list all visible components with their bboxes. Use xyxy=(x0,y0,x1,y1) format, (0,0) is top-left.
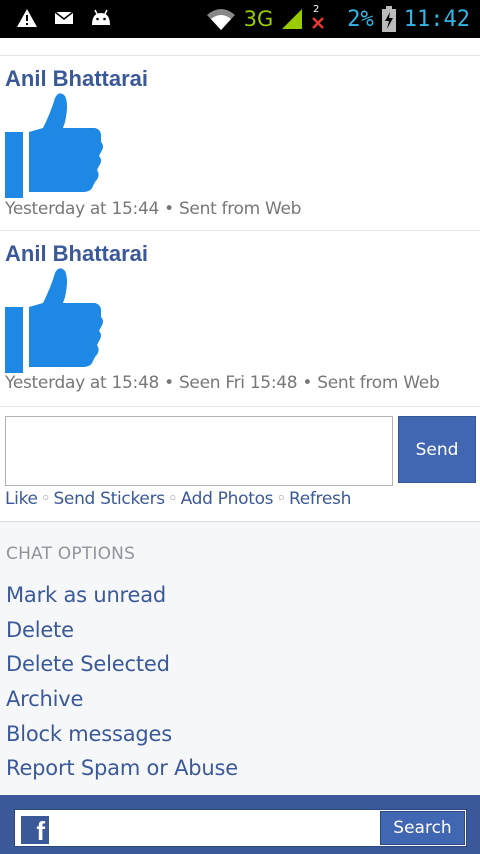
notification-count: 2 xyxy=(313,4,320,15)
like-icon xyxy=(5,93,103,198)
separator: ◦ xyxy=(40,489,51,509)
block-messages-link[interactable]: Block messages xyxy=(6,722,172,746)
message-sender[interactable]: Anil Bhattarai xyxy=(5,66,148,92)
message-input[interactable] xyxy=(5,416,393,486)
delete-selected-link[interactable]: Delete Selected xyxy=(6,652,170,676)
network-type: 3G xyxy=(243,7,274,31)
status-right-icons: 3G 2% 11:42 xyxy=(206,2,470,36)
chat-options-panel: CHAT OPTIONS Mark as unread Delete Delet… xyxy=(0,521,480,795)
previous-message-partial xyxy=(0,38,480,56)
message-meta: Yesterday at 15:44 • Sent from Web xyxy=(5,199,302,219)
signal-icon xyxy=(282,9,303,29)
wifi-icon xyxy=(206,9,235,30)
composer-actions: Like ◦ Send Stickers ◦ Add Photos ◦ Refresh xyxy=(5,489,351,509)
separator: ◦ xyxy=(167,489,178,509)
mark-as-unread-link[interactable]: Mark as unread xyxy=(6,583,166,607)
search-input[interactable]: f Search xyxy=(14,809,467,847)
message-meta: Yesterday at 15:48 • Seen Fri 15:48 • Se… xyxy=(5,373,440,393)
chat-options-heading: CHAT OPTIONS xyxy=(6,544,136,564)
clock: 11:42 xyxy=(403,6,470,32)
add-photos-link[interactable]: Add Photos xyxy=(181,489,274,509)
battery-percent: 2% xyxy=(347,6,374,32)
android-icon xyxy=(92,9,110,25)
delete-link[interactable]: Delete xyxy=(6,618,74,642)
search-button[interactable]: Search xyxy=(380,811,465,845)
battery-charging-icon xyxy=(381,6,396,32)
report-spam-link[interactable]: Report Spam or Abuse xyxy=(6,756,238,780)
message-sender[interactable]: Anil Bhattarai xyxy=(5,241,148,267)
archive-link[interactable]: Archive xyxy=(6,687,83,711)
warning-icon xyxy=(17,9,37,27)
status-bar: 3G 2% 11:42 2 xyxy=(0,0,480,38)
send-button[interactable]: Send xyxy=(398,416,476,483)
message-item: Anil Bhattarai Yesterday at 15:48 • Seen… xyxy=(0,231,480,407)
bottom-bar: f Search xyxy=(0,795,480,854)
send-stickers-link[interactable]: Send Stickers xyxy=(53,489,165,509)
refresh-link[interactable]: Refresh xyxy=(289,489,351,509)
message-item: Anil Bhattarai Yesterday at 15:44 • Sent… xyxy=(0,56,480,231)
separator: ◦ xyxy=(276,489,286,509)
status-left-icons xyxy=(16,8,112,28)
like-link[interactable]: Like xyxy=(5,489,38,509)
mail-icon xyxy=(54,11,74,24)
facebook-logo-icon[interactable]: f xyxy=(21,816,49,844)
like-icon xyxy=(5,268,103,373)
